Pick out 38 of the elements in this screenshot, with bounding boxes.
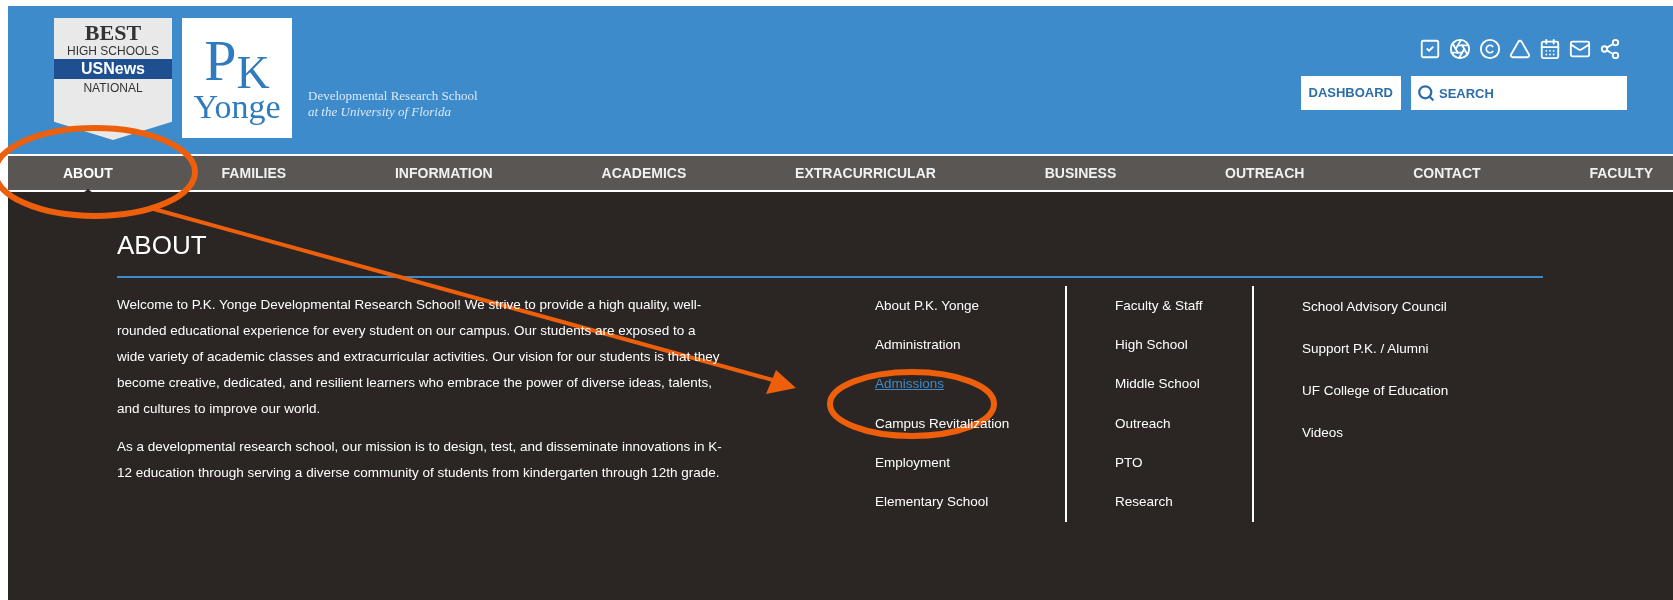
aperture-icon[interactable] (1449, 38, 1471, 60)
nav-tab[interactable]: BUSINESS (1044, 162, 1117, 184)
search-icon (1417, 84, 1435, 102)
nav-tab[interactable]: EXTRACURRICULAR (795, 162, 936, 184)
dropdown-link[interactable]: High School (1115, 325, 1252, 365)
nav-tab[interactable]: CONTACT (1413, 162, 1481, 184)
dashboard-button[interactable]: DASHBOARD (1300, 76, 1401, 110)
dropdown-link[interactable]: School Advisory Council (1302, 286, 1449, 328)
dropdown-link[interactable]: UF College of Education (1302, 370, 1449, 412)
dropdown-link[interactable]: Middle School (1115, 364, 1252, 404)
nav-tab[interactable]: OUTREACH (1225, 162, 1305, 184)
dropdown-title: ABOUT (117, 232, 208, 258)
dropdown-link[interactable]: Faculty & Staff (1115, 286, 1252, 326)
mail-icon[interactable] (1569, 38, 1591, 60)
school-tagline: at the University of Florida (308, 104, 452, 121)
nav-tab[interactable]: FACULTY (1589, 162, 1653, 184)
best-high-schools-badge: BEST HIGH SCHOOLS USNews NATIONAL (54, 18, 172, 140)
calendar-icon[interactable] (1539, 38, 1561, 60)
nav-tab[interactable]: INFORMATION (394, 162, 493, 184)
dropdown-link[interactable]: About P.K. Yonge (875, 286, 1065, 326)
dropdown-link[interactable]: Support P.K. / Alumni (1302, 328, 1449, 370)
dropdown-link[interactable]: Elementary School (875, 482, 1065, 522)
intro-paragraph: As a developmental research school, our mission is to design, test, and disseminate innovations in K-12 education through serving a diverse community of students from kindergarten through 12th grade. (117, 438, 723, 482)
nav-tab[interactable]: ACADEMICS (601, 162, 687, 184)
dropdown-link[interactable]: PTO (1115, 443, 1252, 483)
triangle-icon[interactable] (1509, 38, 1531, 60)
dropdown-link[interactable]: Videos (1302, 412, 1449, 454)
dropdown-link[interactable]: Research (1115, 482, 1252, 522)
search-field[interactable]: SEARCH (1411, 76, 1627, 110)
school-tagline: Developmental Research School (308, 88, 478, 105)
checkbox-icon[interactable] (1419, 38, 1441, 60)
dropdown-link[interactable]: Admissions (875, 364, 1065, 404)
nav-tab[interactable]: FAMILIES (221, 162, 287, 184)
share-icon[interactable] (1599, 38, 1621, 60)
letter-c-icon[interactable] (1479, 38, 1501, 60)
dropdown-link[interactable]: Administration (875, 325, 1065, 365)
dropdown-link[interactable]: Outreach (1115, 404, 1252, 444)
dropdown-link[interactable]: Employment (875, 443, 1065, 483)
